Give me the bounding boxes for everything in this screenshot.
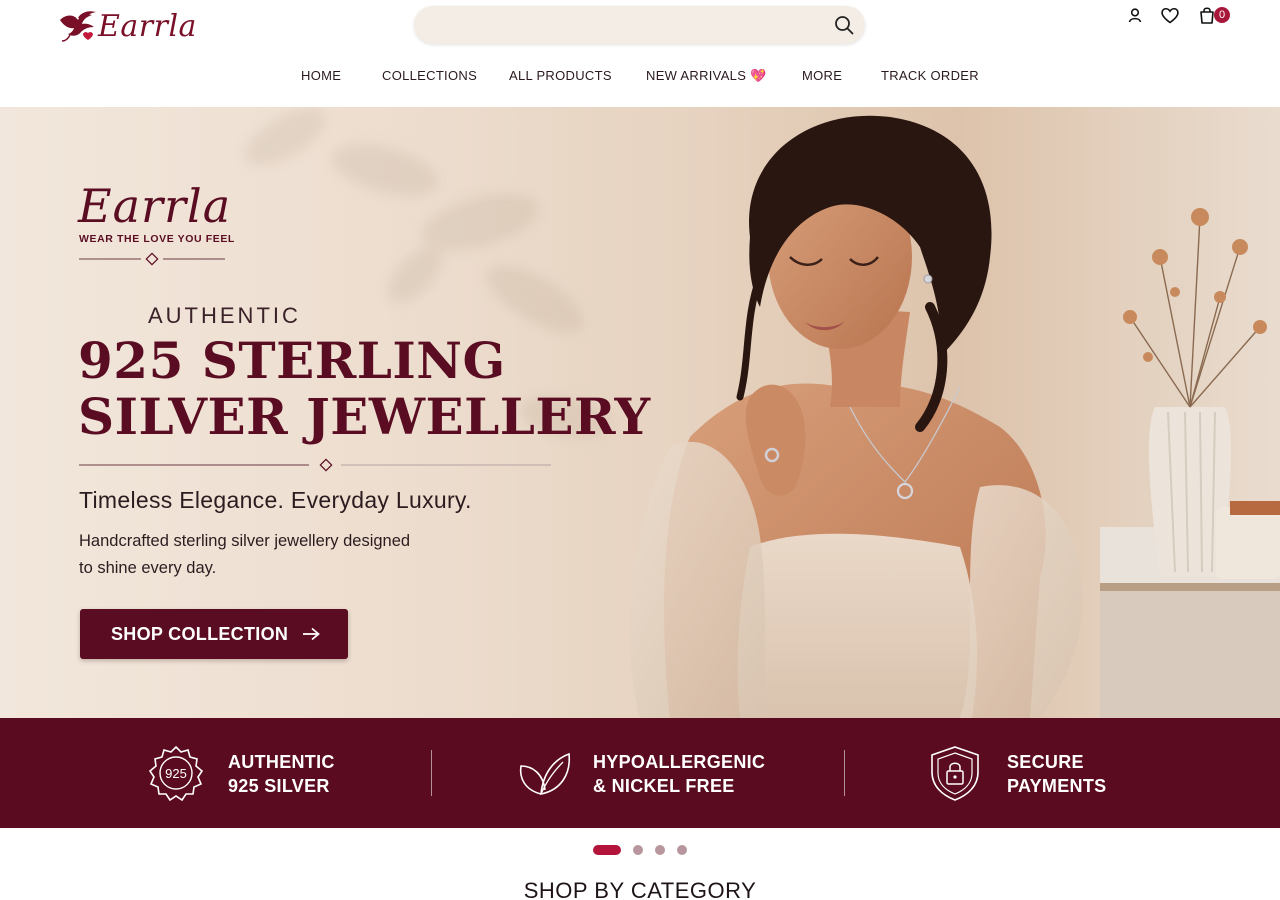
hero-brand-logo: Earrla: [78, 179, 232, 233]
brand-name: Earrla: [98, 8, 197, 44]
carousel-dots: [0, 843, 1280, 855]
shop-collection-label: SHOP COLLECTION: [111, 623, 289, 644]
seal-badge-text: 925: [165, 766, 187, 781]
search-input[interactable]: [434, 6, 824, 44]
carousel-dot-2[interactable]: [633, 845, 643, 855]
hero-headline: 925 STERLING SILVER JEWELLERY: [78, 333, 651, 445]
search-bar: [414, 6, 865, 44]
carousel-dot-4[interactable]: [677, 845, 687, 855]
hero-tagline: WEAR THE LOVE YOU FEEL: [79, 233, 235, 245]
hero-banner[interactable]: Earrla WEAR THE LOVE YOU FEEL AUTHENTIC …: [0, 107, 1280, 718]
brand-logo[interactable]: Earrla: [56, 6, 197, 46]
search-icon[interactable]: [833, 14, 855, 36]
hero-description-line1: Handcrafted sterling silver jewellery de…: [79, 532, 411, 550]
nav-collections[interactable]: COLLECTIONS: [382, 68, 477, 83]
nav-more[interactable]: MORE: [802, 68, 842, 83]
feature-divider: [431, 750, 432, 796]
main-nav: HOME COLLECTIONS ALL PRODUCTS NEW ARRIVA…: [0, 68, 1280, 88]
hero-description: Handcrafted sterling silver jewellery de…: [79, 528, 479, 582]
925-seal-icon: 925: [148, 745, 204, 802]
hero-subheading: Timeless Elegance. Everyday Luxury.: [79, 487, 472, 513]
hero-description-line2: to shine every day.: [79, 559, 217, 577]
cart-count-badge: 0: [1214, 7, 1230, 23]
carousel-dot-3[interactable]: [655, 845, 665, 855]
model-photo: [630, 115, 1280, 718]
nav-home[interactable]: HOME: [301, 68, 341, 83]
hero-headline-line1: 925 STERLING: [78, 331, 506, 390]
bird-logo-icon: [60, 11, 96, 42]
feature-hypoallergenic: HYPOALLERGENIC & NICKEL FREE: [593, 752, 766, 796]
nav-new-arrivals[interactable]: NEW ARRIVALS 💖: [646, 68, 767, 84]
feature-authentic-silver: AUTHENTIC 925 SILVER: [228, 752, 335, 796]
nav-all-products[interactable]: ALL PRODUCTS: [509, 68, 612, 83]
leaf-shadow: [235, 107, 335, 175]
feature-divider: [844, 750, 845, 796]
shop-collection-button[interactable]: SHOP COLLECTION: [80, 609, 348, 659]
nav-track-order[interactable]: TRACK ORDER: [881, 68, 979, 83]
leaf-icon: [519, 752, 570, 795]
shop-by-category-heading: SHOP BY CATEGORY: [523, 878, 757, 900]
features-band: 925 AUTHENTIC 925 SILVER HYPOALLERGENIC …: [0, 718, 1280, 828]
carousel-dot-1[interactable]: [593, 845, 621, 855]
hero-eyebrow: AUTHENTIC: [148, 303, 301, 328]
arrow-right-icon: [303, 627, 321, 641]
ornament-divider: [79, 252, 225, 266]
heart-icon[interactable]: [1159, 4, 1181, 26]
shield-lock-icon: [931, 746, 979, 801]
site-header: Earrla 0 HOME COLLECTIONS ALL PRODUCTS N…: [0, 0, 1280, 107]
hero-headline-line2: SILVER JEWELLERY: [78, 387, 651, 446]
feature-secure-payments: SECURE PAYMENTS: [1007, 752, 1107, 796]
ornament-divider: [79, 458, 551, 472]
leaf-shadow: [325, 129, 445, 211]
account-icon[interactable]: [1124, 4, 1146, 26]
